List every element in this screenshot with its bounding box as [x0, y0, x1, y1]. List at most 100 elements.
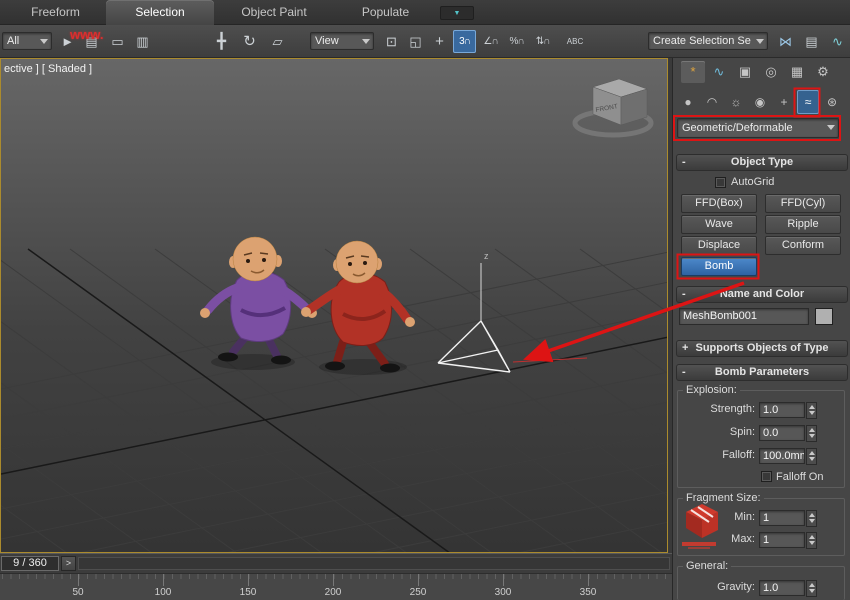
object-color-swatch[interactable] — [815, 308, 833, 325]
category-lights[interactable]: ☼ — [725, 90, 747, 114]
ribbon-tab-populate[interactable]: Populate — [333, 0, 438, 25]
time-slider-track[interactable] — [78, 557, 670, 570]
rollout-collapse-icon: + — [682, 341, 688, 356]
select-object-icon[interactable]: ► — [56, 30, 79, 53]
rollout-supports-objects[interactable]: + Supports Objects of Type — [676, 340, 848, 357]
tab-modify[interactable]: ∿ — [707, 61, 731, 83]
tick-label: 200 — [325, 587, 342, 598]
falloff-on-checkbox[interactable] — [761, 471, 772, 482]
rollout-collapse-icon: - — [682, 287, 686, 302]
named-selection-dropdown[interactable]: Create Selection Se — [648, 32, 768, 50]
rectangular-selection-region-icon[interactable]: ▭ — [106, 30, 129, 53]
rollout-bomb-parameters[interactable]: - Bomb Parameters — [676, 364, 848, 381]
tick-label: 100 — [155, 587, 172, 598]
viewport-canvas: FRONT — [1, 59, 667, 552]
min-label: Min: — [673, 511, 755, 523]
select-and-scale-icon[interactable]: ▱ — [266, 30, 289, 53]
gravity-input[interactable]: 1.0 — [759, 580, 805, 596]
ribbon-collapse-button[interactable]: ▼ — [440, 6, 474, 20]
percent-snap-icon[interactable]: %∩ — [505, 30, 528, 53]
tab-utilities[interactable]: ⚙ — [811, 61, 835, 83]
category-cameras[interactable]: ◉ — [749, 90, 771, 114]
object-name-input[interactable]: MeshBomb001 — [679, 308, 809, 325]
rollout-title: Supports Objects of Type — [695, 342, 828, 354]
conform-button[interactable]: Conform — [765, 236, 841, 255]
use-pivot-point-icon[interactable]: ◱ — [404, 30, 427, 53]
tab-hierarchy[interactable]: ▣ — [733, 61, 757, 83]
autogrid-label: AutoGrid — [731, 176, 774, 188]
select-and-move-icon[interactable]: ╋ — [210, 30, 233, 53]
bomb-button[interactable]: Bomb — [681, 257, 757, 276]
strength-input[interactable]: 1.0 — [759, 402, 805, 418]
displace-button[interactable]: Displace — [681, 236, 757, 255]
ffd-cyl-button[interactable]: FFD(Cyl) — [765, 194, 841, 213]
timeline: 9 / 360 > 50 100 150 200 250 300 350 — [0, 553, 672, 600]
gravity-label: Gravity: — [673, 581, 755, 593]
gravity-spinner[interactable] — [806, 580, 817, 597]
mirror-icon[interactable]: ⋈ — [774, 30, 797, 53]
tick-label: 150 — [240, 587, 257, 598]
rollout-name-and-color[interactable]: - Name and Color — [676, 286, 848, 303]
bomb-spacewarp-gizmo[interactable]: z — [438, 251, 587, 372]
ribbon-tab-bar: Freeform Selection Object Paint Populate… — [0, 0, 850, 25]
ribbon-tab-freeform[interactable]: Freeform — [8, 0, 103, 25]
ripple-button[interactable]: Ripple — [765, 215, 841, 234]
character-red-monk — [301, 241, 415, 373]
max-input[interactable]: 1 — [759, 532, 805, 548]
category-helpers[interactable]: + — [773, 90, 795, 114]
ribbon-tab-selection[interactable]: Selection — [106, 0, 214, 25]
strength-spinner[interactable] — [806, 402, 817, 419]
selection-filter-dropdown[interactable]: All — [2, 32, 52, 50]
spin-input[interactable]: 0.0 — [759, 425, 805, 441]
rollout-title: Bomb Parameters — [715, 366, 809, 378]
perspective-viewport[interactable]: ective ] [ Shaded ] — [0, 58, 668, 553]
falloff-label: Falloff: — [673, 449, 755, 461]
tab-create[interactable]: * — [681, 61, 705, 83]
tab-motion[interactable]: ◎ — [759, 61, 783, 83]
tick-label: 300 — [495, 587, 512, 598]
max-spinner[interactable] — [806, 532, 817, 549]
layer-manager-icon[interactable]: ▤ — [800, 30, 823, 53]
spin-spinner[interactable] — [806, 425, 817, 442]
select-and-manipulate-icon[interactable]: + — [428, 30, 451, 53]
category-systems[interactable]: ⊛ — [821, 90, 843, 114]
wave-button[interactable]: Wave — [681, 215, 757, 234]
snaps-toggle-icon[interactable]: 3∩ — [453, 30, 476, 53]
explosion-group-title: Explosion: — [683, 384, 740, 396]
rollout-object-type[interactable]: - Object Type — [676, 154, 848, 171]
spacewarp-type-dropdown[interactable]: Geometric/Deformable — [677, 118, 839, 138]
curve-editor-icon[interactable]: ∿ — [826, 30, 849, 53]
main-toolbar: All ► ▤ ▭ ▥ ╋ ↻ ▱ View ⊡ ◱ + 3∩ ∠∩ %∩ ⇅∩… — [0, 25, 850, 58]
tab-display[interactable]: ▦ — [785, 61, 809, 83]
ffd-box-button[interactable]: FFD(Box) — [681, 194, 757, 213]
falloff-spinner[interactable] — [806, 448, 817, 465]
rollout-title: Name and Color — [720, 288, 804, 300]
viewcube[interactable]: FRONT — [575, 79, 651, 135]
angle-snap-icon[interactable]: ∠∩ — [479, 30, 502, 53]
ribbon-tab-object-paint[interactable]: Object Paint — [218, 0, 330, 25]
category-geometry[interactable]: ● — [677, 90, 699, 114]
min-input[interactable]: 1 — [759, 510, 805, 526]
falloff-on-label: Falloff On — [776, 471, 824, 483]
select-by-name-icon[interactable]: ▤ — [80, 30, 103, 53]
min-spinner[interactable] — [806, 510, 817, 527]
current-frame-display[interactable]: 9 / 360 — [1, 556, 59, 571]
next-frame-button[interactable]: > — [61, 556, 76, 571]
axis-z-label: z — [484, 251, 489, 261]
window-crossing-icon[interactable]: ▥ — [131, 30, 154, 53]
reference-coordinate-icon[interactable]: ⊡ — [380, 30, 403, 53]
command-panel: * ∿ ▣ ◎ ▦ ⚙ ● ◠ ☼ ◉ + ≈ ⊛ Geometric/Defo… — [672, 58, 850, 600]
falloff-input[interactable]: 100.0mm — [759, 448, 805, 464]
category-space-warps[interactable]: ≈ — [797, 90, 819, 114]
autogrid-checkbox[interactable] — [715, 177, 726, 188]
select-and-rotate-icon[interactable]: ↻ — [238, 30, 261, 53]
character-purple-monk — [200, 237, 317, 365]
track-bar-ruler[interactable]: 50 100 150 200 250 300 350 — [0, 573, 672, 600]
spinner-snap-icon[interactable]: ⇅∩ — [531, 30, 554, 53]
viewport-label: ective ] [ Shaded ] — [4, 63, 92, 75]
fragment-size-title: Fragment Size: — [683, 492, 764, 504]
general-group-title: General: — [683, 560, 731, 572]
category-shapes[interactable]: ◠ — [701, 90, 723, 114]
named-selection-sets-icon[interactable]: ABC — [560, 30, 590, 53]
reference-coordinate-dropdown[interactable]: View — [310, 32, 374, 50]
